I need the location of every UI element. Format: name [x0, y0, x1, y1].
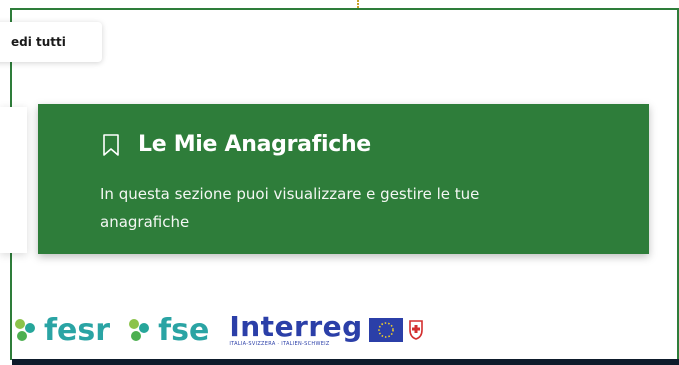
previous-card[interactable] [0, 107, 27, 253]
vedi-tutti-button[interactable]: edi tutti [0, 22, 102, 62]
bookmark-icon [103, 133, 119, 156]
interreg-text: Interreg [229, 309, 363, 343]
footer-bar [12, 359, 679, 365]
fse-logo: fse [126, 313, 209, 348]
interreg-logo: Interreg ITALIA-SVIZZERA · ITALIEN-SCHWE… [229, 309, 363, 348]
fesr-leaf-icon [15, 319, 35, 341]
frame-top-border [10, 8, 679, 10]
swiss-italy-shield-icon [408, 320, 423, 340]
card-description: In questa sezione puoi visualizzare e ge… [100, 185, 480, 231]
card-title: Le Mie Anagrafiche [138, 132, 371, 157]
fse-text: fse [158, 312, 210, 348]
footer-logos: fesr fse Interreg ITALIA-SVIZZERA · ITAL… [12, 308, 423, 352]
card-title-row: Le Mie Anagrafiche [102, 132, 371, 157]
eu-flag-icon [368, 318, 403, 342]
anagrafiche-card[interactable]: Le Mie Anagrafiche In questa sezione puo… [38, 104, 649, 254]
vedi-tutti-label: edi tutti [11, 35, 66, 49]
interreg-subtitle: ITALIA-SVIZZERA · ITALIEN-SCHWEIZ [229, 340, 330, 347]
fesr-text: fesr [44, 312, 111, 348]
fesr-logo: fesr [12, 313, 110, 348]
fse-leaf-icon [129, 319, 150, 341]
dotted-marker [357, 0, 359, 8]
